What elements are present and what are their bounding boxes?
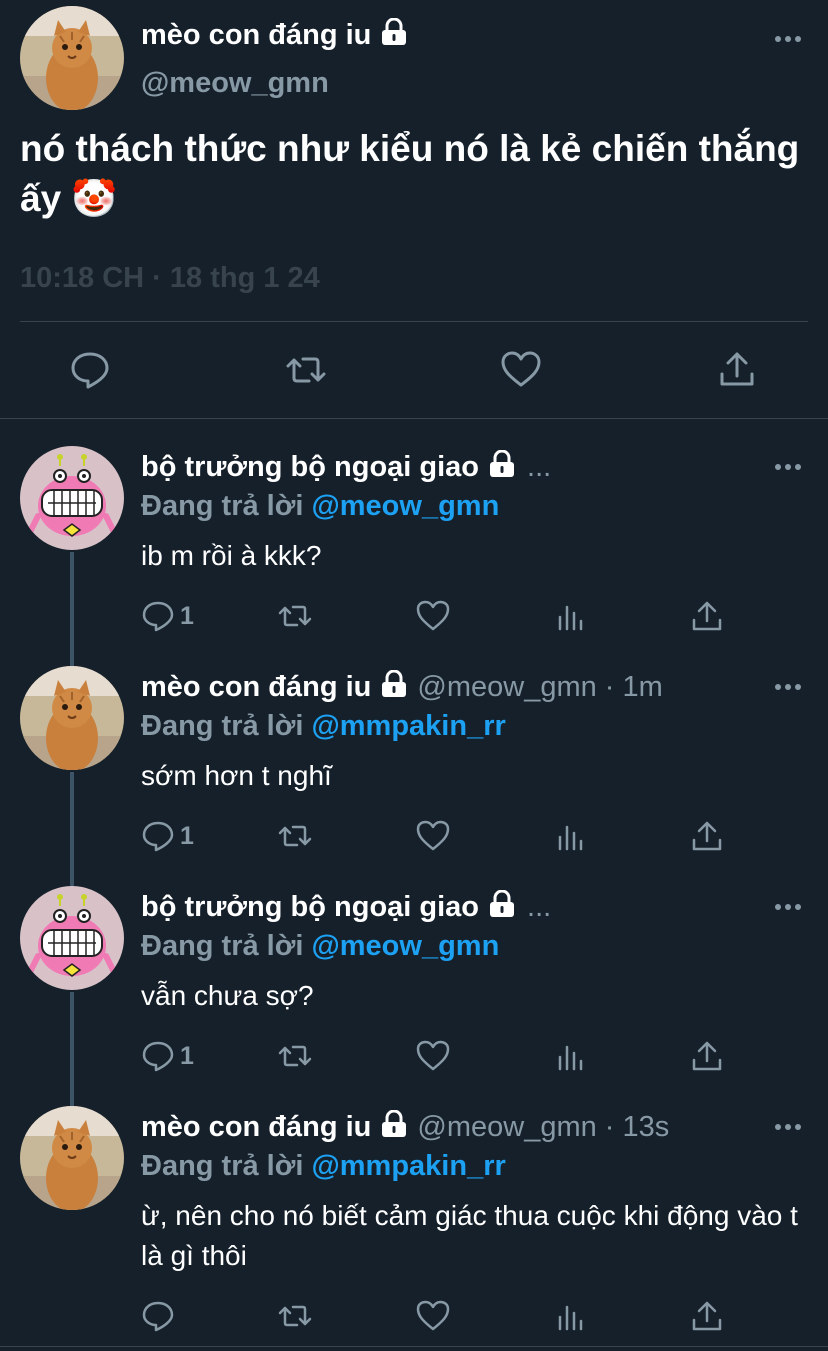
pink-monster-avatar-icon[interactable] [20, 446, 124, 550]
thread-line [70, 552, 74, 666]
replying-to-label: Đang trả lời [141, 1150, 304, 1182]
reply-count: 1 [180, 822, 194, 850]
thread-line [70, 992, 74, 1106]
like-icon[interactable] [416, 599, 450, 633]
replying-to: Đang trả lời @mmpakin_rr [141, 1149, 506, 1183]
retweet-icon[interactable] [278, 819, 312, 853]
author-name-text: bộ trưởng bộ ngoại giao [141, 451, 480, 483]
author-name-text: mèo con đáng iu [141, 1111, 372, 1143]
cat-avatar-icon[interactable] [20, 1106, 124, 1210]
reply-icon[interactable] [70, 350, 110, 390]
replying-to: Đang trả lời @meow_gmn [141, 929, 499, 963]
reply-count: 1 [180, 1042, 194, 1070]
retweet-icon[interactable] [286, 350, 326, 390]
author-name-text: mèo con đáng iu [141, 671, 372, 703]
divider [20, 321, 808, 322]
replying-to: Đang trả lời @mmpakin_rr [141, 709, 506, 743]
pink-monster-avatar-icon[interactable] [20, 886, 124, 990]
more-options-icon[interactable] [773, 34, 803, 44]
author-name[interactable]: bộ trưởng bộ ngoại giao... [141, 890, 551, 924]
retweet-icon[interactable] [278, 1039, 312, 1073]
more-options-icon[interactable] [773, 462, 803, 472]
more-options-icon[interactable] [773, 682, 803, 692]
lock-icon [382, 670, 407, 697]
tweet-text: nó thách thức như kiểu nó là kẻ chiến th… [20, 128, 800, 219]
author-handle[interactable]: @meow_gmn · 13s [417, 1111, 669, 1143]
lock-icon [382, 1110, 407, 1137]
author-name-text: bộ trưởng bộ ngoại giao [141, 891, 480, 923]
lock-icon [382, 18, 407, 45]
like-icon[interactable] [416, 819, 450, 853]
retweet-icon[interactable] [278, 599, 312, 633]
reply-text: ừ, nên cho nó biết cảm giác thua cuộc kh… [141, 1200, 798, 1271]
replying-to-handle-link[interactable]: @meow_gmn [311, 490, 499, 522]
replying-to: Đang trả lời @meow_gmn [141, 489, 499, 523]
analytics-icon[interactable] [554, 1039, 588, 1073]
analytics-icon[interactable] [554, 599, 588, 633]
cat-avatar-icon[interactable] [20, 6, 124, 110]
author-handle[interactable]: @meow_gmn [141, 66, 329, 100]
thread-line [70, 772, 74, 886]
reply-icon[interactable] [141, 599, 175, 633]
truncation-ellipsis: ... [527, 451, 552, 483]
reply-icon[interactable] [141, 1039, 175, 1073]
reply-icon[interactable] [141, 819, 175, 853]
reply-text: ib m rồi à kkk? [141, 540, 322, 571]
cat-avatar-icon[interactable] [20, 666, 124, 770]
author-name[interactable]: mèo con đáng iu @meow_gmn · 1m [141, 670, 663, 704]
truncation-ellipsis: ... [527, 891, 552, 923]
share-icon[interactable] [717, 350, 757, 390]
reply-text: sớm hơn t nghĩ [141, 760, 332, 791]
replying-to-label: Đang trả lời [141, 710, 304, 742]
reply-text: vẫn chưa sợ? [141, 980, 314, 1011]
analytics-icon[interactable] [554, 819, 588, 853]
author-name[interactable]: mèo con đáng iu @meow_gmn · 13s [141, 1110, 669, 1144]
lock-icon [490, 890, 515, 917]
author-name[interactable]: bộ trưởng bộ ngoại giao... [141, 450, 551, 484]
like-icon[interactable] [501, 350, 541, 390]
reply-icon[interactable] [141, 1299, 175, 1333]
replying-to-handle-link[interactable]: @mmpakin_rr [311, 710, 505, 742]
share-icon[interactable] [690, 819, 724, 853]
tweet-timestamp[interactable]: 10:18 CH · 18 thg 1 24 [20, 262, 320, 295]
replying-to-label: Đang trả lời [141, 930, 304, 962]
share-icon[interactable] [690, 599, 724, 633]
retweet-icon[interactable] [278, 1299, 312, 1333]
replying-to-handle-link[interactable]: @mmpakin_rr [311, 1150, 505, 1182]
author-handle[interactable]: @meow_gmn · 1m [417, 671, 662, 703]
lock-icon [490, 450, 515, 477]
divider [0, 418, 828, 419]
more-options-icon[interactable] [773, 902, 803, 912]
share-icon[interactable] [690, 1039, 724, 1073]
replying-to-handle-link[interactable]: @meow_gmn [311, 930, 499, 962]
like-icon[interactable] [416, 1039, 450, 1073]
like-icon[interactable] [416, 1299, 450, 1333]
author-name[interactable]: mèo con đáng iu [141, 18, 407, 52]
more-options-icon[interactable] [773, 1122, 803, 1132]
analytics-icon[interactable] [554, 1299, 588, 1333]
divider [0, 1346, 828, 1347]
share-icon[interactable] [690, 1299, 724, 1333]
reply-count: 1 [180, 602, 194, 630]
replying-to-label: Đang trả lời [141, 490, 304, 522]
